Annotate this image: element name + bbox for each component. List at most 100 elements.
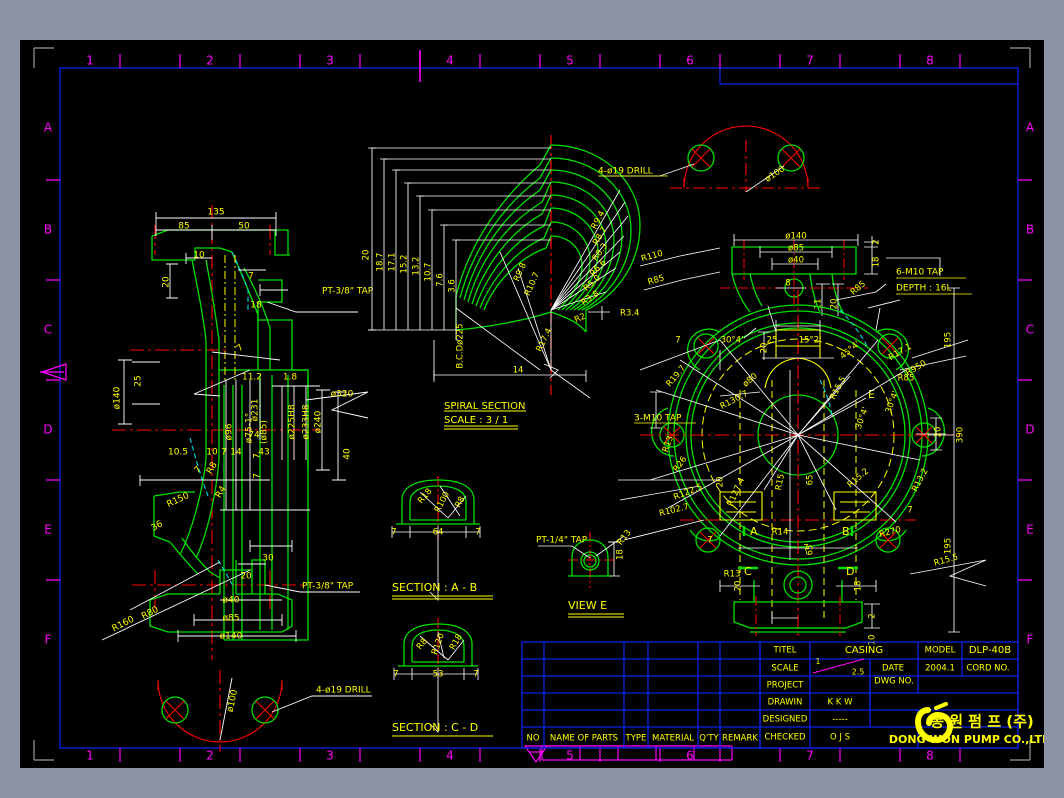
fv-2: 2 (872, 239, 882, 244)
fv-drill-note: 4-ø19 DRILL (598, 167, 653, 177)
fv-3m10-tap: 3-M10 TAP (634, 414, 682, 424)
parts-table-headers: NO NAME OF PARTS TYPE MATERIAL Q'TY REMA… (526, 734, 758, 744)
grid-left-c: C (44, 323, 52, 337)
tb-model-value: DLP-40B (969, 645, 1011, 656)
fv-390: 390 (956, 427, 966, 443)
spdim-13-2: 13.2 (412, 257, 422, 276)
fv-20a: 20 (760, 343, 770, 354)
dim-11-2: 11.2 (242, 373, 262, 383)
grid-left-f: F (45, 633, 52, 647)
fv-7a: 7 (675, 336, 680, 346)
fv-d40: ø40 (788, 256, 804, 266)
grid-bot-6: 6 (686, 749, 694, 763)
ab-dim-7b: 7 (475, 528, 480, 538)
dim-d140: ø140 (113, 386, 123, 409)
dim-1-8: 1.8 (283, 373, 298, 383)
cd-dim-53: 53 (433, 670, 444, 680)
dim-10b: 10 (206, 448, 218, 458)
grid-left-d: D (43, 423, 52, 437)
grid-right-d: D (1025, 423, 1034, 437)
fv-ang-30-4a: 30°4' (721, 336, 744, 346)
dim-d233h8: ø233H8 (302, 404, 312, 439)
dim-25: 25 (134, 375, 144, 386)
tb-cord-label: CORD NO. (966, 664, 1009, 674)
fv-d85: ø85 (788, 244, 804, 254)
dim-d85b: ø85 (223, 614, 240, 624)
spdim-18-7: 18.7 (376, 253, 386, 272)
spiral-title: SPIRAL SECTION (444, 401, 526, 412)
tb-project-label: PROJECT (767, 681, 805, 691)
tb-titel-value: CASING (845, 645, 883, 656)
grid-right-c: C (1026, 323, 1034, 337)
spdim-10-7: 10.7 (424, 263, 434, 282)
grid-bot-1: 1 (86, 749, 94, 763)
dim-20b: 20 (240, 572, 252, 582)
dim-18: 18 (250, 301, 262, 311)
dim-7: 7 (248, 272, 254, 282)
fv-r14: R13 (724, 570, 741, 580)
dim-d96: ø96 (225, 423, 235, 440)
grid-bot-7: 7 (806, 749, 814, 763)
dim-d85: (ø85) (260, 420, 270, 444)
cd-dim-7a: 7 (393, 670, 398, 680)
tb-designed-label: DESIGNED (763, 715, 808, 725)
spdim-14: 14 (513, 366, 524, 376)
fv-20right: 20 (934, 427, 944, 438)
fv-18b: 2 (868, 613, 878, 618)
fv-195bot: 195 (944, 538, 954, 554)
fv-d140: ø140 (785, 232, 806, 242)
spdim-7-6: 7.6 (436, 273, 446, 287)
spdim-20: 20 (362, 250, 372, 261)
dim-d140b: ø140 (220, 632, 243, 642)
dim-40: 40 (343, 448, 353, 460)
grid-bot-2: 2 (206, 749, 214, 763)
tb-model-label: MODEL (925, 646, 956, 656)
section-cd-title: SECTION : C - D (392, 721, 478, 734)
tb-date-value: 2004.1 (925, 664, 955, 674)
fv-depth: DEPTH : 16L (896, 284, 952, 294)
cad-drawing-canvas[interactable]: 1 2 3 4 5 6 7 8 1 2 3 4 5 6 7 8 A B C D … (20, 40, 1044, 768)
fv-7c: 7 (907, 506, 912, 516)
dim-30: 30 (262, 554, 274, 564)
fv-ang-15-2: 15°2' (799, 336, 822, 346)
grid-top-6: 6 (686, 54, 694, 68)
fv-65a: 65 (806, 475, 816, 486)
spdim-17-1: 17.1 (388, 253, 398, 272)
grid-bot-4: 4 (446, 749, 454, 763)
fv-mark-e: E (868, 388, 875, 401)
pth-type: TYPE (625, 734, 647, 744)
fv-7d: 7 (803, 544, 808, 554)
dim-10: 10 (193, 251, 205, 261)
fv-20c: 20 (734, 581, 744, 592)
grid-top-2: 2 (206, 54, 214, 68)
dim-d225h8: ø225H8 (288, 404, 298, 439)
fv-20: 20 (830, 299, 840, 310)
grid-right-b: B (1026, 223, 1034, 237)
fv-18: 18 (872, 257, 882, 268)
tb-scale-num: 1 (816, 657, 821, 666)
pth-qty: Q'TY (699, 734, 719, 744)
dim-43: 43 (258, 448, 269, 458)
grid-right-e: E (1026, 523, 1034, 537)
tap-note-top: PT-3/8" TAP (322, 287, 374, 297)
drill-note-left: 4-ø19 DRILL (316, 686, 371, 696)
dim-20: 20 (162, 276, 172, 288)
grid-top-1: 1 (86, 54, 94, 68)
dim-7c: 7 (221, 448, 227, 458)
spiral-bc-note: B.C.Dø225 (456, 323, 466, 368)
grid-right-a: A (1026, 121, 1035, 135)
company-name-kr: 동 원 펌 프 (주) (930, 713, 1034, 731)
grid-top-5: 5 (566, 54, 574, 68)
grid-top-8: 8 (926, 54, 934, 68)
pth-no: NO (526, 734, 539, 744)
fv-r15-2: R14 (772, 528, 789, 538)
grid-bot-3: 3 (326, 749, 334, 763)
company-name-en: DONG WON PUMP CO.,LTD (889, 733, 1044, 746)
pth-remark: REMARK (722, 734, 758, 744)
ab-dim-7a: 7 (391, 528, 396, 538)
screenshot-root: 1 2 3 4 5 6 7 8 1 2 3 4 5 6 7 8 A B C D … (0, 0, 1064, 798)
tb-date-label: DATE (882, 664, 904, 674)
pth-material: MATERIAL (652, 734, 694, 744)
dim-d40: ø40 (223, 596, 240, 606)
grid-bot-8: 8 (926, 749, 934, 763)
